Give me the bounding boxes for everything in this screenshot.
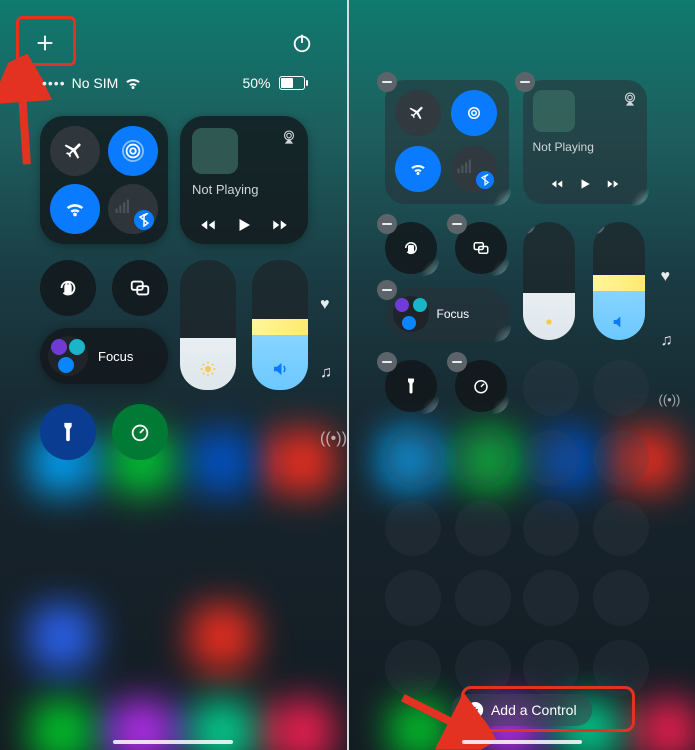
empty-slot[interactable] [523, 570, 579, 626]
wifi-toggle[interactable] [395, 146, 441, 192]
resize-handle-icon[interactable] [419, 394, 439, 414]
remove-badge-icon[interactable] [377, 72, 397, 92]
airplay-icon[interactable] [621, 90, 639, 108]
empty-slot[interactable] [523, 430, 579, 486]
media-title: Not Playing [533, 140, 594, 154]
volume-slider[interactable] [252, 260, 308, 390]
remove-badge-icon[interactable] [447, 352, 467, 372]
focus-tile[interactable]: Focus [40, 328, 168, 384]
carrier-label: No SIM [72, 75, 119, 91]
empty-slot[interactable] [385, 500, 441, 556]
music-note-icon[interactable]: ♫ [661, 332, 673, 350]
power-icon[interactable] [287, 28, 317, 58]
bluetooth-icon [476, 171, 494, 189]
focus-label: Focus [437, 307, 470, 321]
volume-slider-edit[interactable] [593, 222, 645, 340]
favorites-heart-icon[interactable]: ♥ [320, 296, 330, 314]
flashlight-button[interactable] [40, 404, 96, 460]
orientation-lock-button-edit[interactable] [385, 222, 437, 274]
focus-label: Focus [98, 349, 133, 364]
empty-slot[interactable] [455, 500, 511, 556]
media-prev-icon[interactable] [199, 216, 217, 234]
remove-badge-icon[interactable] [377, 280, 397, 300]
media-artwork [192, 128, 238, 174]
resize-handle-icon[interactable] [419, 256, 439, 276]
cellular-bluetooth-toggle[interactable] [451, 146, 497, 192]
brightness-slider-edit[interactable] [523, 222, 575, 340]
airplane-mode-toggle[interactable] [50, 126, 100, 176]
screen-mirroring-button-edit[interactable] [455, 222, 507, 274]
speaker-icon [252, 360, 308, 378]
home-indicator[interactable] [113, 740, 233, 744]
media-play-icon[interactable] [578, 177, 592, 196]
resize-handle-icon[interactable] [491, 322, 511, 342]
music-note-icon[interactable]: ♫ [320, 364, 332, 382]
empty-slot[interactable] [455, 430, 511, 486]
media-title: Not Playing [192, 182, 258, 197]
airdrop-toggle[interactable] [451, 90, 497, 136]
timer-button[interactable] [112, 404, 168, 460]
resize-handle-icon[interactable] [489, 394, 509, 414]
focus-tile-edit[interactable]: Focus [385, 288, 509, 340]
media-panel-edit[interactable]: Not Playing [523, 80, 647, 204]
speaker-icon [593, 314, 645, 330]
empty-slot[interactable] [593, 430, 649, 486]
empty-slot[interactable] [593, 570, 649, 626]
remove-badge-icon[interactable] [377, 214, 397, 234]
media-artwork [533, 90, 575, 132]
empty-slot[interactable] [593, 500, 649, 556]
status-bar: •••• No SIM 50% [0, 72, 347, 94]
empty-slot[interactable] [593, 360, 649, 416]
remove-badge-icon[interactable] [523, 222, 535, 234]
cellular-bluetooth-toggle[interactable] [108, 184, 158, 234]
battery-pct: 50% [242, 75, 270, 91]
media-panel[interactable]: Not Playing [180, 116, 308, 244]
home-indicator[interactable] [462, 740, 582, 744]
remove-badge-icon[interactable] [447, 214, 467, 234]
battery-icon [277, 76, 305, 90]
sun-icon [523, 314, 575, 330]
hotspot-icon[interactable]: ((•)) [659, 392, 681, 407]
connectivity-panel [40, 116, 168, 244]
timer-button-edit[interactable] [455, 360, 507, 412]
empty-slot[interactable] [523, 500, 579, 556]
remove-badge-icon[interactable] [515, 72, 535, 92]
bluetooth-icon [134, 210, 154, 230]
empty-slot[interactable] [385, 570, 441, 626]
orientation-lock-button[interactable] [40, 260, 96, 316]
favorites-heart-icon[interactable]: ♥ [661, 268, 671, 286]
airplay-icon[interactable] [280, 128, 298, 146]
focus-icon [393, 296, 429, 332]
media-next-icon[interactable] [606, 177, 620, 196]
screenshot-right-edit-mode: Not Playing Fo [347, 0, 695, 750]
brightness-slider[interactable] [180, 260, 236, 390]
wifi-toggle[interactable] [50, 184, 100, 234]
remove-badge-icon[interactable] [377, 352, 397, 372]
screenshot-left-control-center: •••• No SIM 50% [0, 0, 347, 750]
empty-slot[interactable] [385, 430, 441, 486]
sun-icon [180, 360, 236, 378]
flashlight-button-edit[interactable] [385, 360, 437, 412]
connectivity-panel-edit[interactable] [385, 80, 509, 204]
signal-dots-icon: •••• [42, 75, 66, 91]
media-next-icon[interactable] [271, 216, 289, 234]
screen-mirroring-button[interactable] [112, 260, 168, 316]
focus-icon [48, 336, 88, 376]
wifi-status-icon [124, 74, 142, 92]
empty-slot[interactable] [455, 570, 511, 626]
remove-badge-icon[interactable] [593, 222, 605, 234]
airdrop-toggle[interactable] [108, 126, 158, 176]
media-prev-icon[interactable] [550, 177, 564, 196]
airplane-mode-toggle[interactable] [395, 90, 441, 136]
resize-handle-icon[interactable] [491, 186, 511, 206]
hotspot-icon[interactable]: ((•)) [320, 430, 347, 448]
empty-slot[interactable] [523, 360, 579, 416]
media-play-icon[interactable] [235, 216, 253, 234]
resize-handle-icon[interactable] [489, 256, 509, 276]
